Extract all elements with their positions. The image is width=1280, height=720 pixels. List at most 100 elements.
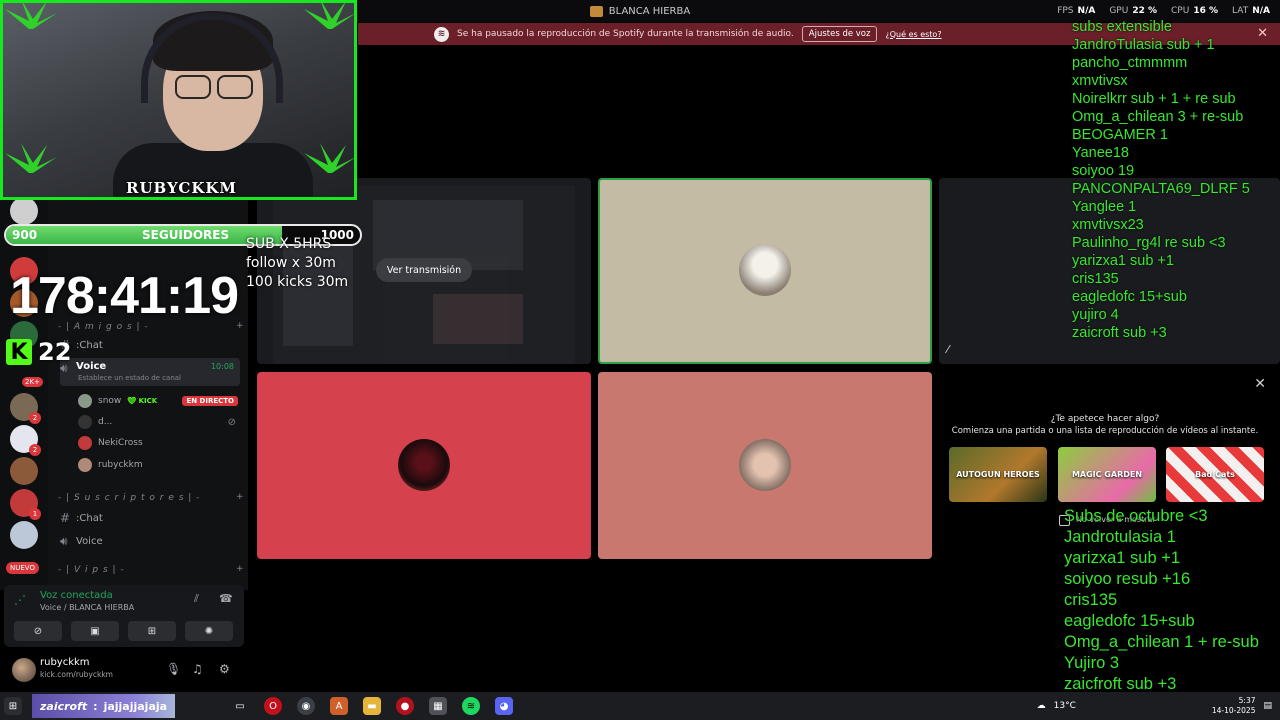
opera-icon[interactable]: O (264, 697, 282, 715)
goal-start: 900 (12, 228, 38, 242)
voice-user[interactable]: rubyckkm (78, 455, 238, 475)
username: rubyckkm (40, 657, 90, 668)
subs-list-entry: yarizxa1 sub +1 (1064, 549, 1181, 567)
voice-user[interactable]: NekiCross (78, 433, 238, 453)
app-icon[interactable]: ▦ (429, 697, 447, 715)
what-is-this-link[interactable]: ¿Qué es esto? (885, 30, 941, 39)
subs-list-entry: cris135 (1072, 271, 1119, 287)
subs-list-entry: Subs de octubre <3 (1064, 507, 1208, 525)
settings-gear-icon[interactable]: ⚙ (219, 662, 230, 676)
stat-fps: FPS N/A (1057, 6, 1096, 16)
channel-status-hint[interactable]: Establece un estado de canal (78, 374, 181, 382)
subs-list-bottom: Subs de octubre <3 Jandrotulasia 1 yarizxa… (1064, 506, 1259, 716)
streamer-name: RUBYCKKM (125, 179, 238, 197)
subs-list-entry: xmvtivsx23 (1072, 217, 1144, 233)
unread-badge: 2K+ (22, 377, 43, 387)
channel-amigos-voice[interactable]: 🔊︎ Voice 10:08 Establece un estado de ca… (60, 358, 240, 386)
task-view-icon[interactable]: ▭ (231, 697, 249, 715)
chat-message-overlay: zaicroft : jajjajjajaja (32, 694, 176, 718)
server-icon[interactable]: 1 (10, 489, 41, 520)
subs-list-entry: BEOGAMER 1 (1072, 127, 1168, 143)
discord-icon[interactable]: ◕ (495, 697, 513, 715)
app-icon[interactable]: ● (396, 697, 414, 715)
add-channel-icon[interactable]: + (236, 564, 245, 574)
notice-text: Se ha pausado la reproducción de Spotify… (457, 29, 794, 39)
server-icon[interactable]: 2 (10, 393, 41, 424)
subs-list-entry: Omg_a_chilean 1 + re-sub (1064, 633, 1259, 651)
voice-user[interactable]: snow 💚︎ KICK EN DIRECTO (78, 391, 238, 411)
microphone-icon[interactable]: 🎙︎ (166, 662, 181, 676)
channel-subs-chat[interactable]: # :Chat (60, 508, 240, 528)
soundboard-icon: ✺ (204, 625, 214, 637)
voice-user[interactable]: d... ⊘ (78, 412, 238, 432)
voice-connection-panel: ⋰ Voz conectada Voice / BLANCA HIERBA ⫽ … (4, 585, 244, 647)
subathon-rules: SUB X 5HRS follow x 30m 100 kicks 30m (246, 236, 349, 290)
server-icon[interactable] (10, 521, 38, 549)
clock[interactable]: 5:37 14-10-2025 (1212, 696, 1256, 716)
share-screen-button[interactable]: ▣ (71, 621, 119, 641)
participant-tile[interactable] (257, 372, 591, 559)
activity-question: ¿Te apetece hacer algo? (1050, 414, 1160, 424)
channel-subs-voice[interactable]: 🔊︎ Voice (60, 531, 240, 551)
server-list: 2 2 1 (0, 195, 48, 590)
gamepad-icon: ⊞ (147, 625, 157, 637)
disconnect-icon[interactable]: ☎︎ (219, 592, 235, 608)
subs-list-entry: cris135 (1064, 591, 1118, 609)
live-badge: EN DIRECTO (182, 396, 238, 406)
subs-list-entry: soiyoo 19 (1072, 163, 1135, 179)
headphones-icon[interactable]: ♫ (192, 662, 203, 676)
taskbar: ⊞ zaicroft : jajjajjajaja ▭ O ◉ A ▬ ● ▦ … (0, 692, 1280, 720)
server-icon[interactable] (10, 197, 38, 225)
activities-button[interactable]: ⊞ (128, 621, 176, 641)
add-channel-icon[interactable]: + (236, 492, 245, 502)
subs-list-entry: Yanee18 (1072, 145, 1129, 161)
subs-list-entry: Yujiro 3 (1064, 654, 1120, 672)
obs-icon[interactable]: ◉ (297, 697, 315, 715)
voice-channel-link[interactable]: Voice / BLANCA HIERBA (40, 603, 134, 612)
unread-badge: 2 (29, 412, 41, 424)
noise-suppression-icon[interactable]: ⫽ (194, 592, 210, 608)
close-notice-icon[interactable]: ✕ (1257, 26, 1268, 41)
voice-status: Voz conectada (40, 590, 113, 601)
game-card[interactable]: AUTOGUN HEROES (949, 447, 1047, 502)
avatar (78, 394, 92, 408)
game-card[interactable]: Bad Cats (1166, 447, 1264, 502)
server-icon[interactable] (10, 457, 38, 485)
subs-list-entry: yarizxa1 sub +1 (1072, 253, 1174, 269)
participant-tile[interactable] (598, 372, 932, 559)
camera-off-button[interactable]: ⊘ (14, 621, 62, 641)
subs-list-entry: yujiro 4 (1072, 307, 1119, 323)
avatar (739, 439, 791, 491)
notifications-icon[interactable]: ▤ (1263, 701, 1272, 711)
subs-list-entry: eagledofc 15+sub (1072, 289, 1187, 305)
close-icon[interactable]: ✕ (1254, 376, 1266, 392)
app-icon[interactable]: A (330, 697, 348, 715)
stat-lat: LAT N/A (1232, 6, 1270, 16)
game-card[interactable]: MAGIC GARDEN (1058, 447, 1156, 502)
watch-stream-button[interactable]: Ver transmisión (376, 258, 472, 282)
spotify-icon: ≋ (434, 26, 449, 42)
channel-amigos-chat[interactable]: # :Chat (60, 335, 240, 355)
spotify-icon[interactable]: ≋ (462, 697, 480, 715)
category-vips[interactable]: - | V i p s | - + (58, 564, 244, 575)
avatar[interactable] (12, 658, 36, 682)
voice-settings-button[interactable]: Ajustes de voz (801, 26, 878, 42)
file-explorer-icon[interactable]: ▬ (363, 697, 381, 715)
participant-tile-speaking[interactable] (598, 178, 932, 364)
category-suscriptores[interactable]: - | S u s c r i p t o r e s | - + (58, 492, 244, 503)
voice-timer: 10:08 (210, 362, 234, 371)
unread-badge: 1 (29, 508, 41, 520)
subs-list-entry: Paulinho_rg4l re sub <3 (1072, 235, 1226, 251)
start-icon[interactable]: ⊞ (4, 697, 22, 715)
server-icon[interactable]: 2 (10, 425, 41, 456)
subs-list-entry: Jandrotulasia 1 (1064, 528, 1176, 546)
speaker-icon: 🔊︎ (60, 533, 68, 548)
soundboard-button[interactable]: ✺ (185, 621, 233, 641)
weather-icon[interactable]: ☁ (1037, 701, 1046, 711)
subs-list-entry: JandroTulasia sub + 1 (1072, 37, 1215, 53)
window-title: BLANCA HIERBA (608, 5, 691, 17)
stat-cpu: CPU 16 % (1171, 6, 1219, 16)
screen-share-icon: ▣ (90, 625, 100, 637)
signal-icon[interactable]: ⋰ (14, 593, 30, 609)
subs-list-entry: eagledofc 15+sub (1064, 612, 1195, 630)
